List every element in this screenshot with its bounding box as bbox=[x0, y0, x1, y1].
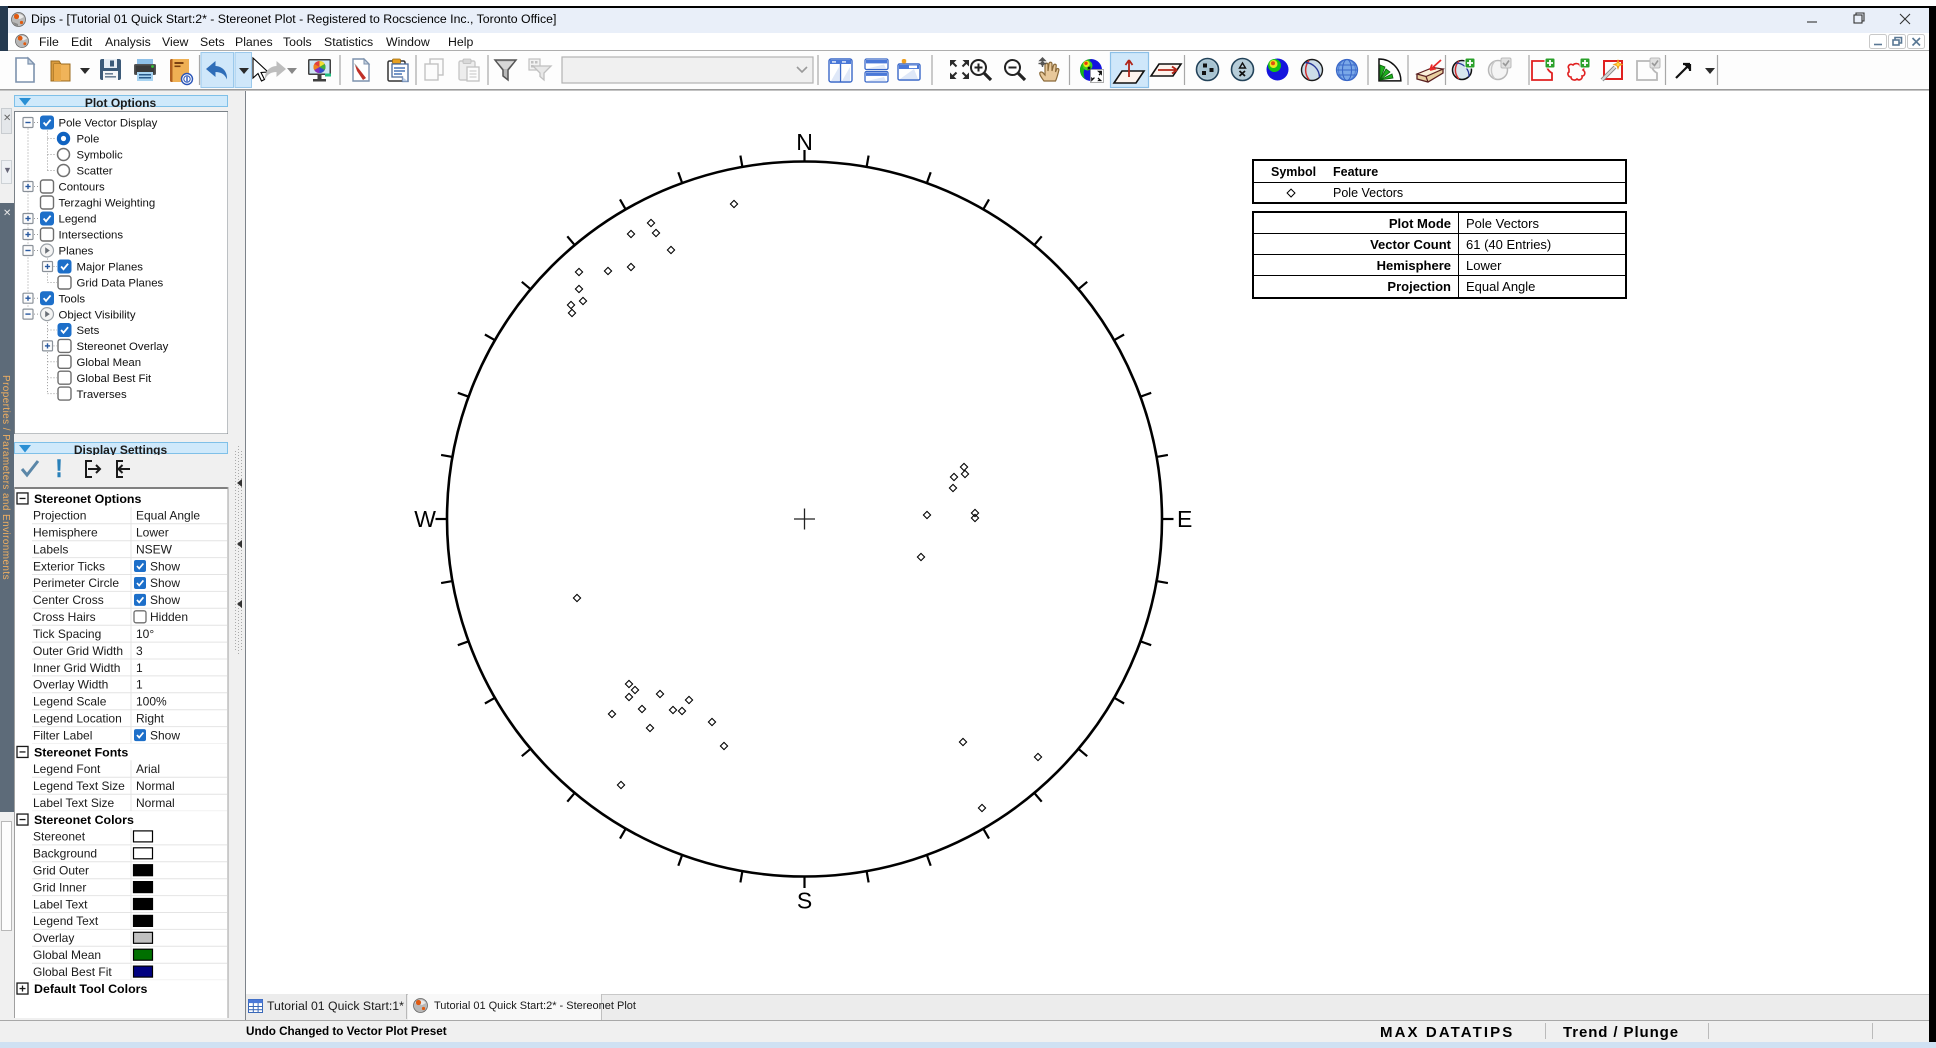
svg-text:E: E bbox=[1177, 506, 1192, 532]
svg-text:S: S bbox=[797, 888, 812, 914]
svg-text:W: W bbox=[414, 506, 436, 532]
svg-text:N: N bbox=[796, 129, 813, 155]
